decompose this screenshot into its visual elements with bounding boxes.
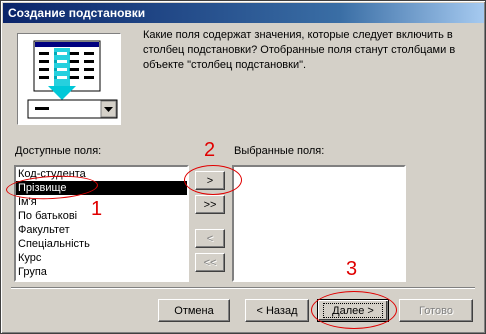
available-field-item[interactable]: Курс bbox=[16, 251, 187, 265]
available-field-item[interactable]: Факультет bbox=[16, 223, 187, 237]
annotation-number-2: 2 bbox=[204, 139, 216, 161]
footer-separator bbox=[11, 287, 475, 289]
add-field-button[interactable]: > bbox=[195, 171, 225, 190]
wizard-illustration bbox=[17, 33, 121, 125]
title-bar[interactable]: Создание подстановки bbox=[3, 3, 484, 23]
remove-all-fields-button[interactable]: << bbox=[195, 253, 225, 272]
remove-field-button[interactable]: < bbox=[195, 229, 225, 248]
wizard-description: Какие поля содержат значения, которые сл… bbox=[143, 29, 456, 71]
annotation-number-3: 3 bbox=[346, 258, 358, 280]
back-button[interactable]: < Назад bbox=[245, 299, 309, 322]
add-all-fields-button[interactable]: >> bbox=[195, 195, 225, 214]
focus-rectangle bbox=[323, 303, 383, 318]
annotation-number-1: 1 bbox=[91, 198, 103, 220]
available-field-item[interactable]: Прізвище bbox=[16, 181, 187, 195]
lookup-wizard-dialog: Создание подстановки Какие поля содержат… bbox=[0, 0, 486, 334]
window-title: Создание подстановки bbox=[8, 6, 146, 20]
cancel-button[interactable]: Отмена bbox=[158, 299, 230, 322]
lookup-table-icon bbox=[27, 40, 118, 119]
selected-fields-label: Выбранные поля: bbox=[234, 145, 325, 157]
selected-fields-list[interactable] bbox=[232, 165, 406, 282]
finish-button[interactable]: Готово bbox=[399, 299, 473, 322]
available-fields-label: Доступные поля: bbox=[15, 145, 102, 157]
available-field-item[interactable]: Код-студента bbox=[16, 167, 187, 181]
next-button[interactable]: Далее > bbox=[317, 299, 389, 322]
available-field-item[interactable]: Група bbox=[16, 265, 187, 279]
available-fields-list[interactable]: Код-студента Прізвище Ім'я По батькові Факул… bbox=[14, 165, 189, 282]
available-field-item[interactable]: Спеціальність bbox=[16, 237, 187, 251]
